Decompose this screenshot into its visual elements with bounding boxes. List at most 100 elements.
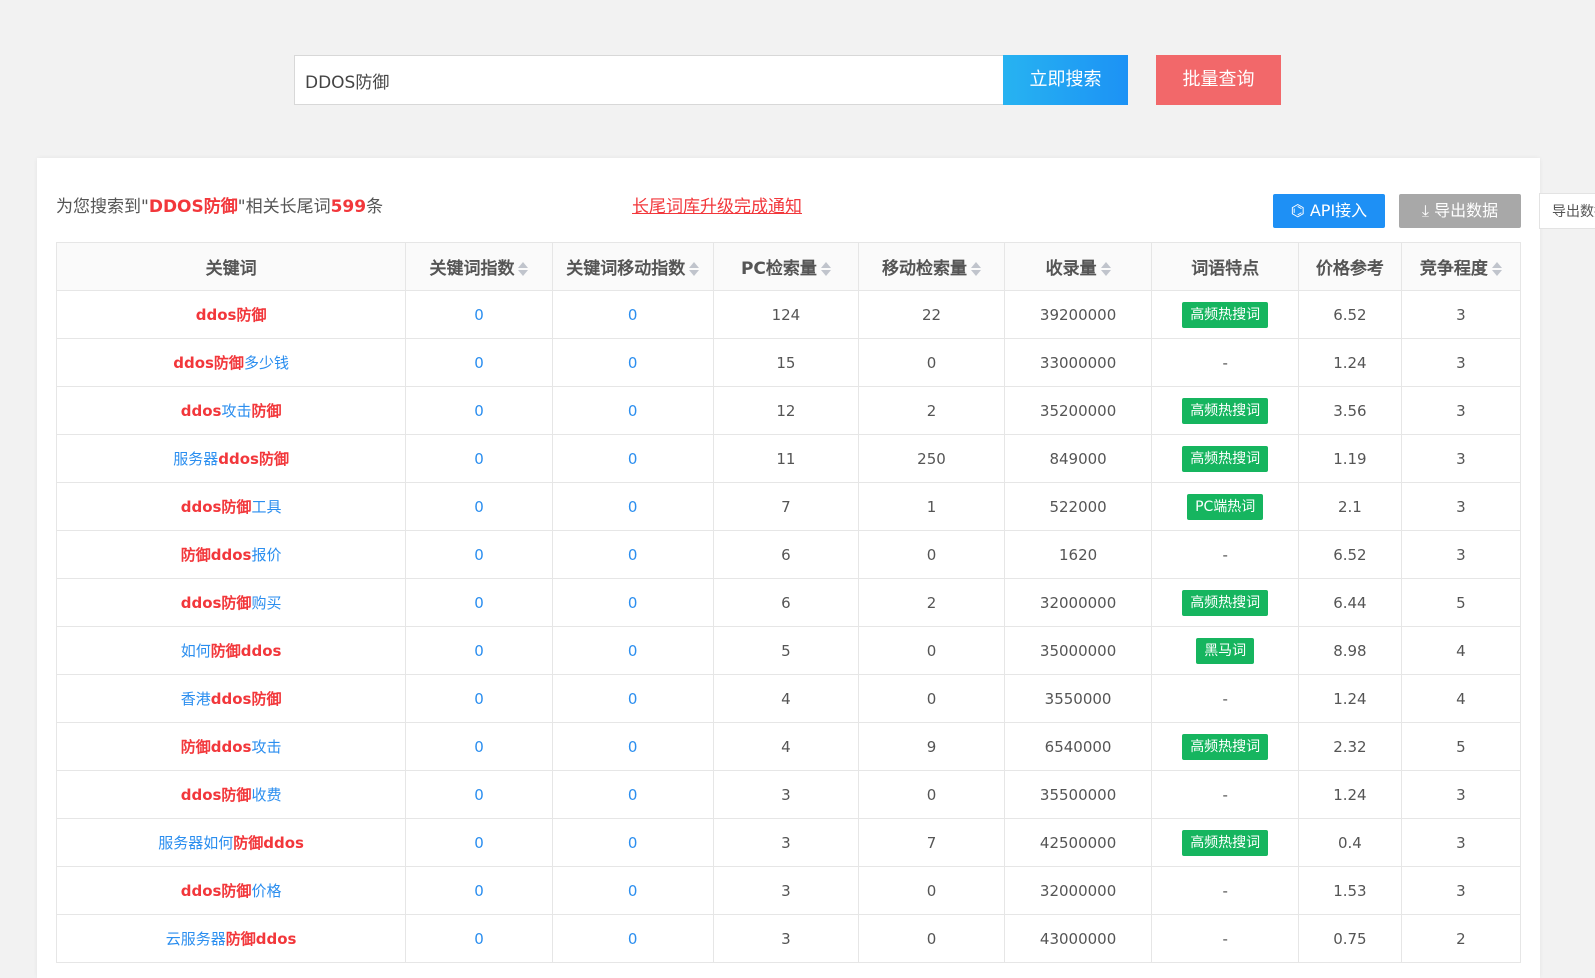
mobile-index[interactable]: 0 (628, 882, 638, 900)
keyword-index-cell: 0 (405, 866, 553, 915)
mobile-index[interactable]: 0 (628, 834, 638, 852)
keyword-index[interactable]: 0 (474, 546, 484, 564)
summary-query: DDOS防御 (148, 197, 238, 217)
mobile-index[interactable]: 0 (628, 786, 638, 804)
keyword-link[interactable]: 服务器如何防御ddos (158, 834, 304, 852)
feature-tag: 高频热搜词 (1182, 829, 1269, 856)
keyword-segment: 服务器 (173, 450, 219, 468)
mobile-volume: 0 (858, 530, 1005, 579)
column-header: 关键词 (55, 242, 407, 291)
keyword-link[interactable]: ddos防御收费 (181, 786, 282, 804)
batch-query-button[interactable]: 批量查询 (1156, 55, 1281, 105)
column-header[interactable]: 收录量 (1003, 242, 1153, 291)
keyword-link[interactable]: 香港ddos防御 (181, 690, 282, 708)
keyword-index[interactable]: 0 (474, 786, 484, 804)
keyword-index[interactable]: 0 (474, 930, 484, 948)
table-body: ddos防御 0 0 124 22 39200000 高频热搜词 6.52 3 ddos防御多少钱… (55, 290, 1522, 963)
pc-volume: 3 (712, 770, 860, 819)
upgrade-notice-link[interactable]: 长尾词库升级完成通知 (632, 192, 802, 217)
mobile-index-cell: 0 (551, 626, 714, 675)
keyword-link[interactable]: 云服务器防御ddos (166, 930, 297, 948)
keyword-segment: 防御ddos (210, 642, 282, 660)
price-reference: 1.24 (1297, 770, 1402, 819)
keyword-index[interactable]: 0 (474, 594, 484, 612)
sort-icon[interactable] (1100, 262, 1111, 276)
keyword-index[interactable]: 0 (474, 834, 484, 852)
column-header-label: PC检索量 (740, 259, 817, 279)
mobile-volume: 0 (858, 626, 1005, 675)
keyword-index-cell: 0 (405, 530, 553, 579)
keyword-segment: ddos防御 (210, 690, 282, 708)
keyword-link[interactable]: ddos防御工具 (181, 498, 282, 516)
mobile-index[interactable]: 0 (628, 354, 638, 372)
search-button[interactable]: 立即搜索 (1003, 55, 1128, 105)
sort-icon[interactable] (970, 262, 981, 276)
mobile-index[interactable]: 0 (628, 738, 638, 756)
keyword-index[interactable]: 0 (474, 642, 484, 660)
mobile-index[interactable]: 0 (628, 450, 638, 468)
search-bar: 立即搜索 批量查询 (294, 55, 1306, 105)
keyword-link[interactable]: 服务器ddos防御 (173, 450, 289, 468)
price-reference: 0.4 (1297, 818, 1402, 867)
sort-icon[interactable] (689, 262, 700, 276)
keyword-index[interactable]: 0 (474, 738, 484, 756)
export-button[interactable]: ⤓ 导出数据 (1399, 194, 1521, 228)
mobile-index[interactable]: 0 (628, 402, 638, 420)
column-header-label: 关键词移动指数 (566, 259, 686, 279)
keyword-link[interactable]: ddos防御购买 (181, 594, 282, 612)
sort-icon[interactable] (820, 262, 831, 276)
column-header[interactable]: 关键词指数 (405, 242, 553, 291)
mobile-volume: 0 (858, 770, 1005, 819)
column-header[interactable]: 移动检索量 (858, 242, 1005, 291)
mobile-index[interactable]: 0 (628, 306, 638, 324)
table-row: ddos防御购买 0 0 6 2 32000000 高频热搜词 6.44 5 (55, 578, 1522, 627)
mobile-index[interactable]: 0 (628, 930, 638, 948)
keyword-index[interactable]: 0 (474, 498, 484, 516)
mobile-index[interactable]: 0 (628, 690, 638, 708)
keyword-link[interactable]: ddos攻击防御 (181, 402, 282, 420)
pc-volume: 5 (712, 626, 860, 675)
competition-level: 3 (1400, 770, 1522, 819)
feature-tag: PC端热词 (1187, 493, 1264, 520)
keyword-link[interactable]: 防御ddos报价 (181, 546, 282, 564)
price-reference: 8.98 (1297, 626, 1402, 675)
mobile-index[interactable]: 0 (628, 546, 638, 564)
column-header[interactable]: 关键词移动指数 (551, 242, 714, 291)
mobile-volume: 0 (858, 914, 1005, 963)
pc-volume: 7 (712, 482, 860, 531)
keyword-index[interactable]: 0 (474, 306, 484, 324)
column-header: 价格参考 (1297, 242, 1402, 291)
keyword-index[interactable]: 0 (474, 690, 484, 708)
keyword-cell: 服务器ddos防御 (55, 434, 407, 483)
feature-cell: 高频热搜词 (1151, 578, 1299, 627)
competition-level: 3 (1400, 482, 1522, 531)
pc-volume: 6 (712, 530, 860, 579)
mobile-volume: 22 (858, 290, 1005, 339)
mobile-index[interactable]: 0 (628, 498, 638, 516)
keyword-link[interactable]: ddos防御价格 (181, 882, 282, 900)
keyword-link[interactable]: 防御ddos攻击 (181, 738, 282, 756)
column-header[interactable]: PC检索量 (712, 242, 860, 291)
competition-level: 2 (1400, 914, 1522, 963)
mobile-index[interactable]: 0 (628, 642, 638, 660)
keyword-index[interactable]: 0 (474, 450, 484, 468)
search-input[interactable] (294, 55, 1025, 105)
api-button[interactable]: ⌬ API接入 (1273, 194, 1385, 228)
indexed-count: 1620 (1003, 530, 1153, 579)
column-header-label: 竞争程度 (1419, 259, 1488, 279)
keyword-link[interactable]: ddos防御多少钱 (173, 354, 289, 372)
pc-volume: 124 (712, 290, 860, 339)
mobile-index[interactable]: 0 (628, 594, 638, 612)
price-reference: 0.75 (1297, 914, 1402, 963)
keyword-link[interactable]: ddos防御 (196, 306, 267, 324)
keyword-index[interactable]: 0 (474, 354, 484, 372)
sort-icon[interactable] (518, 262, 529, 276)
keyword-link[interactable]: 如何防御ddos (181, 642, 282, 660)
feature-empty: - (1222, 353, 1228, 372)
keyword-index[interactable]: 0 (474, 402, 484, 420)
mobile-index-cell: 0 (551, 290, 714, 339)
sort-icon[interactable] (1491, 262, 1502, 276)
keyword-index[interactable]: 0 (474, 882, 484, 900)
keyword-segment: 防御 (251, 402, 282, 420)
column-header[interactable]: 竞争程度 (1400, 242, 1522, 291)
